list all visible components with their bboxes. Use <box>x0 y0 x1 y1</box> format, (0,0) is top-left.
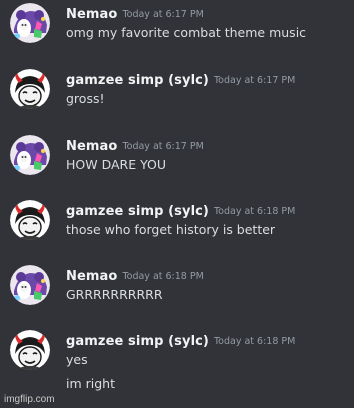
message-group: gamzee simp (sylc) Today at 6:17 PM gross… <box>0 68 354 124</box>
timestamp: Today at 6:18 PM <box>213 206 296 217</box>
timestamp: Today at 6:17 PM <box>122 141 204 152</box>
nemao-avatar-icon[interactable] <box>10 135 50 175</box>
message-header: Nemao Today at 6:17 PM <box>66 4 204 24</box>
gamzee-avatar-icon[interactable] <box>10 330 50 370</box>
imgflip-watermark: imgflip.com <box>4 394 55 405</box>
timestamp: Today at 6:17 PM <box>213 75 296 86</box>
username[interactable]: Nemao <box>66 7 117 22</box>
message-group: Nemao Today at 6:18 PM GRRRRRRRRRR <box>0 264 354 320</box>
message-group: Nemao Today at 6:17 PM omg my favorite co… <box>0 2 354 58</box>
timestamp: Today at 6:17 PM <box>122 9 204 20</box>
message-header: gamzee simp (sylc) Today at 6:18 PM <box>66 331 295 351</box>
timestamp: Today at 6:18 PM <box>122 271 204 282</box>
nemao-avatar-icon[interactable] <box>10 265 50 305</box>
message-text: GRRRRRRRRRR <box>66 287 163 302</box>
gamzee-avatar-icon[interactable] <box>10 200 50 240</box>
username[interactable]: gamzee simp (sylc) <box>66 73 209 88</box>
username[interactable]: Nemao <box>66 139 117 154</box>
message-text: gross! <box>66 91 105 106</box>
message-text: those who forget history is better <box>66 222 276 237</box>
message-text: omg my favorite combat theme music <box>66 25 307 40</box>
message-text: im right <box>66 376 115 391</box>
nemao-avatar-icon[interactable] <box>10 3 50 43</box>
gamzee-avatar-icon[interactable] <box>10 69 50 109</box>
message-text: HOW DARE YOU <box>66 157 167 172</box>
message-group: gamzee simp (sylc) Today at 6:18 PM yes i… <box>0 329 354 401</box>
chat-message-list: Nemao Today at 6:17 PM omg my favorite co… <box>0 0 354 408</box>
message-text: yes <box>66 352 88 367</box>
username[interactable]: gamzee simp (sylc) <box>66 334 209 349</box>
message-header: gamzee simp (sylc) Today at 6:18 PM <box>66 201 295 221</box>
message-group: Nemao Today at 6:17 PM HOW DARE YOU <box>0 134 354 190</box>
message-header: Nemao Today at 6:18 PM <box>66 266 204 286</box>
message-header: gamzee simp (sylc) Today at 6:17 PM <box>66 70 295 90</box>
username[interactable]: Nemao <box>66 269 117 284</box>
message-header: Nemao Today at 6:17 PM <box>66 136 204 156</box>
timestamp: Today at 6:18 PM <box>213 336 296 347</box>
message-group: gamzee simp (sylc) Today at 6:18 PM those… <box>0 199 354 255</box>
username[interactable]: gamzee simp (sylc) <box>66 204 209 219</box>
